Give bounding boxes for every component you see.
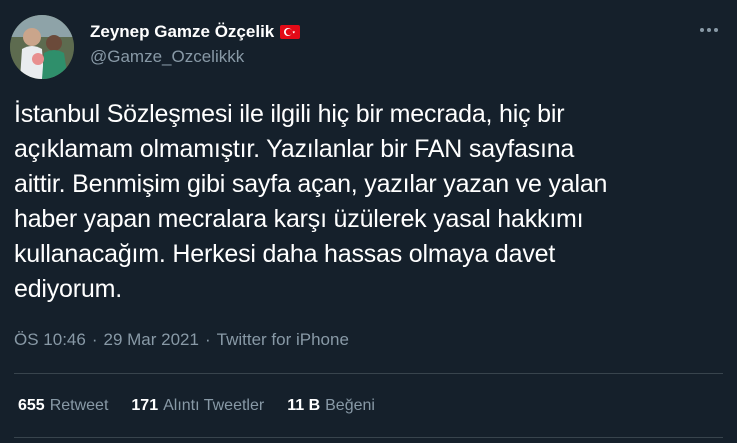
- stat-label: Retweet: [49, 397, 109, 414]
- tweet-text: İstanbul Sözleşmesi ile ilgili hiç bir m…: [14, 100, 608, 303]
- avatar-image: [10, 15, 74, 79]
- tweet-detail: Zeynep Gamze Özçelik @Gamze_Ozcelikkk İs…: [0, 0, 737, 443]
- stat-label: Beğeni: [325, 397, 375, 414]
- author-display-name[interactable]: Zeynep Gamze Özçelik: [90, 22, 274, 42]
- tweet-time[interactable]: ÖS 10:46: [14, 330, 86, 350]
- retweet-count-link[interactable]: 655 Retweet: [18, 397, 108, 415]
- divider: [14, 373, 723, 374]
- quote-tweets-link[interactable]: 171 Alıntı Tweetler: [131, 397, 264, 415]
- stat-count: 171: [131, 397, 159, 414]
- tweet-date[interactable]: 29 Mar 2021: [104, 330, 199, 350]
- likes-count-link[interactable]: 11 B Beğeni: [287, 397, 375, 415]
- stat-label: Alıntı Tweetler: [163, 397, 265, 414]
- avatar[interactable]: [10, 15, 74, 79]
- turkey-flag-icon: [280, 25, 301, 39]
- more-dot: [707, 28, 711, 32]
- tweet-meta: ÖS 10:46 · 29 Mar 2021 · Twitter for iPh…: [14, 330, 349, 350]
- more-dot: [700, 28, 704, 32]
- more-options-icon[interactable]: [697, 22, 721, 38]
- stat-count: 655: [18, 397, 45, 414]
- stat-count: 11 B: [287, 397, 321, 414]
- author-handle[interactable]: @Gamze_Ozcelikkk: [90, 47, 244, 67]
- meta-separator: ·: [204, 330, 211, 349]
- more-dot: [714, 28, 718, 32]
- divider: [14, 437, 723, 438]
- author-name-row: Zeynep Gamze Özçelik: [90, 20, 301, 44]
- meta-separator: ·: [91, 330, 98, 349]
- tweet-stats: 655 Retweet 171 Alıntı Tweetler 11 B Beğ…: [18, 397, 375, 415]
- tweet-source-link[interactable]: Twitter for iPhone: [217, 330, 349, 350]
